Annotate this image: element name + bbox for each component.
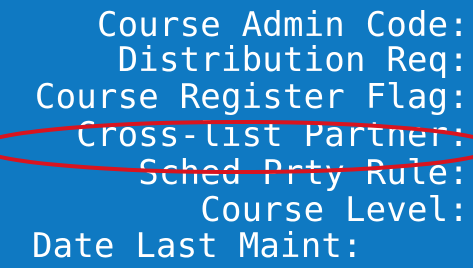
distribution-req-label: Distribution Req: <box>117 40 469 80</box>
terminal-screen: Course Admin Code: Distribution Req: Cou… <box>0 0 473 268</box>
course-register-flag-label: Course Register Flag: <box>34 77 469 117</box>
sched-prty-rule-label: Sched Prty Rule: <box>138 153 469 193</box>
course-admin-code-label: Course Admin Code: <box>96 5 469 45</box>
date-last-maint-label: Date Last Maint: <box>32 226 363 266</box>
cross-list-partner-label: Cross-list Partner: <box>76 115 469 155</box>
course-level-label: Course Level: <box>200 190 469 230</box>
